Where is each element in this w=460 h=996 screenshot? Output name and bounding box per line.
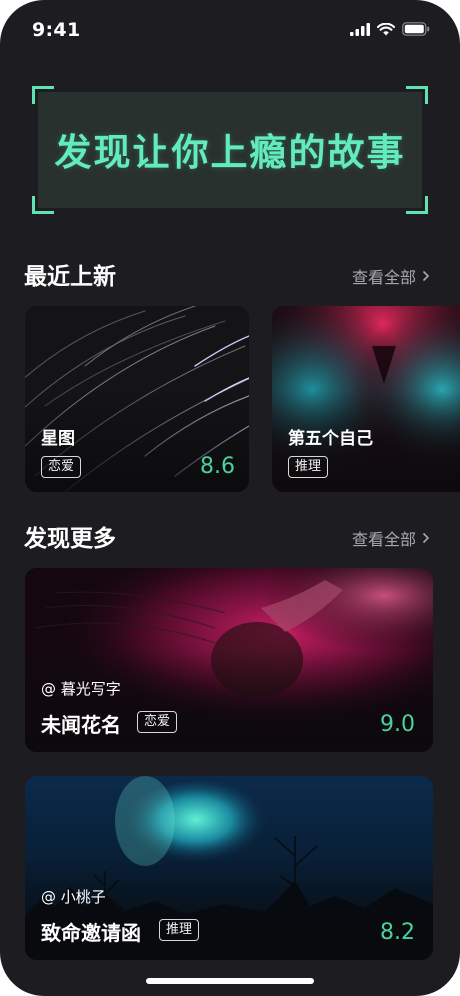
wifi-icon (377, 22, 395, 35)
discover-card-weiwenhuaming[interactable]: @ 暮光写字 未闻花名 恋爱 9.0 (25, 568, 433, 752)
corner-bracket-top-right (406, 86, 428, 104)
corner-bracket-top-left (32, 86, 54, 104)
rating-score: 8.6 (200, 454, 235, 479)
hero-title: 发现让你上瘾的故事 (54, 131, 406, 174)
status-icons (350, 21, 430, 37)
rating-score: 8.2 (380, 920, 415, 945)
recent-view-all-link[interactable]: 查看全部 (352, 264, 430, 288)
discover-card-title: 致命邀请函 (41, 921, 141, 945)
discover-card-zhimingyaoqinghan[interactable]: @ 小桃子 致命邀请函 推理 8.2 (25, 776, 433, 960)
genre-tag: 恋爱 (137, 711, 178, 733)
corner-bracket-bottom-left (32, 196, 54, 214)
author-handle: @ 小桃子 (41, 888, 106, 906)
signal-icon (350, 22, 370, 36)
view-all-label: 查看全部 (351, 268, 416, 287)
genre-tag: 恋爱 (41, 456, 82, 478)
discover-section-title: 发现更多 (24, 526, 116, 552)
recent-card-title: 第五个自己 (288, 429, 373, 449)
status-bar: 9:41 (0, 0, 460, 60)
rating-score: 9.0 (380, 712, 415, 737)
corner-bracket-bottom-right (406, 196, 428, 214)
discover-card-title: 未闻花名 (41, 713, 121, 737)
status-time: 9:41 (32, 19, 81, 41)
author-handle: @ 暮光写字 (41, 680, 121, 698)
recent-card-diwugeziji[interactable]: 第五个自己 推理 (272, 306, 460, 492)
recent-card-title: 星图 (41, 429, 75, 449)
view-all-label: 查看全部 (351, 530, 416, 549)
hero-banner: 发现让你上瘾的故事 (32, 86, 428, 214)
genre-tag: 推理 (159, 919, 200, 941)
discover-view-all-link[interactable]: 查看全部 (352, 526, 430, 550)
chevron-right-icon (422, 270, 430, 282)
chevron-right-icon (422, 532, 430, 544)
recent-card-xingtu[interactable]: 星图 恋爱 8.6 (25, 306, 249, 492)
home-indicator[interactable] (146, 978, 314, 984)
genre-tag: 推理 (288, 456, 329, 478)
phone-screen: 9:41 发现让你上瘾的故事 最近上新 查看全部 星图 恋爱 8.6 第五个自己… (0, 0, 460, 996)
recent-section-title: 最近上新 (24, 264, 116, 290)
battery-icon (402, 22, 430, 36)
